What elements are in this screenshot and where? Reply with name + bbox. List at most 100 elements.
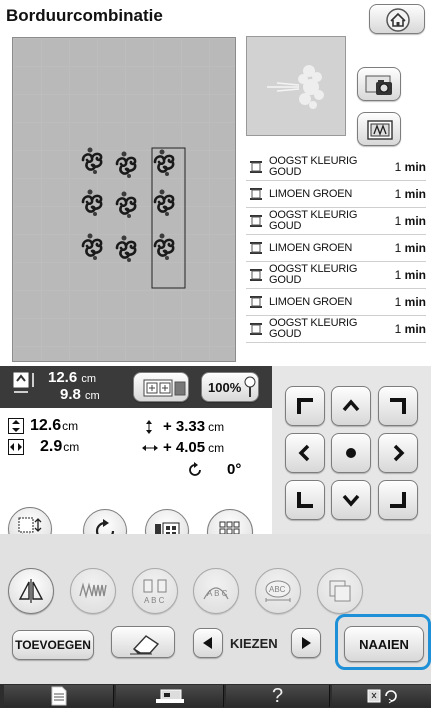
machine-icon <box>155 689 184 703</box>
arc-text-icon: A B C <box>203 587 229 600</box>
offset-vertical-value: + 3.33 <box>163 418 206 435</box>
frame-display-button[interactable] <box>133 372 189 402</box>
settings-icon <box>367 689 397 704</box>
thread-spool-icon <box>250 188 262 200</box>
size-display-bar: 12.6 cm 9.8 cm 100% <box>0 366 272 408</box>
move-panel <box>272 366 431 534</box>
bottom-navigation: ? <box>0 684 431 708</box>
thread-time-value: 1 <box>394 160 402 174</box>
total-height-unit: cm <box>81 373 97 385</box>
arrow-down-left-icon <box>297 492 313 508</box>
border-icon <box>329 580 351 602</box>
sew-button-label: NAAIEN <box>359 636 409 652</box>
select-prev-button[interactable] <box>193 628 223 658</box>
zoom-level: 100% <box>208 379 242 395</box>
thread-time-value: 1 <box>394 214 402 228</box>
zoom-button[interactable]: 100% <box>201 372 259 402</box>
move-up-right-button[interactable] <box>378 386 418 426</box>
border-button[interactable] <box>317 568 363 614</box>
text-spacing-icon: ABC <box>265 580 291 602</box>
thread-spool-icon <box>250 215 262 227</box>
thread-time-unit: min <box>404 268 426 282</box>
thread-row: OOGST KLEURIG GOUD 1 min <box>246 154 426 181</box>
arrow-left-icon <box>298 444 310 462</box>
camera-icon <box>365 75 392 95</box>
thread-color-name: OOGST KLEURIG GOUD <box>269 210 374 232</box>
thread-name-line2: GOUD <box>269 328 302 340</box>
letter-spacing-icon: A B C <box>143 579 167 605</box>
svg-text:A B C: A B C <box>207 589 228 598</box>
embroidery-canvas[interactable] <box>12 37 236 362</box>
thread-time-value: 1 <box>394 268 402 282</box>
pattern-height-unit: cm <box>62 419 79 433</box>
help-button[interactable]: ? <box>226 685 330 707</box>
thread-row: LIMOEN GROEN 1 min <box>246 289 426 316</box>
thread-time-unit: min <box>404 187 426 201</box>
arrow-down-icon <box>342 494 360 507</box>
thread-row: OOGST KLEURIG GOUD 1 min <box>246 208 426 235</box>
total-height-value: 12.6 <box>48 369 78 386</box>
machine-button[interactable] <box>116 685 224 707</box>
thread-time: 1 min <box>374 241 426 255</box>
background-image-button[interactable] <box>357 112 401 146</box>
delete-button[interactable] <box>111 626 175 658</box>
settings-button[interactable] <box>332 685 431 707</box>
move-up-left-button[interactable] <box>285 386 325 426</box>
center-dot-icon <box>346 448 356 458</box>
thread-name-line1: LIMOEN GROEN <box>269 295 353 308</box>
move-left-button[interactable] <box>285 433 325 473</box>
add-button-label: TOEVOEGEN <box>15 638 91 652</box>
thread-name-line1: LIMOEN GROEN <box>269 241 353 254</box>
pattern-width-value: 2.9 <box>40 438 63 455</box>
thread-time-value: 1 <box>394 322 402 336</box>
eraser-icon <box>130 635 160 655</box>
move-down-button[interactable] <box>331 480 371 520</box>
magnifier-icon <box>244 376 256 397</box>
arrow-up-right-icon <box>390 398 406 414</box>
move-down-right-button[interactable] <box>378 480 418 520</box>
thread-spool-icon <box>250 242 262 254</box>
offset-vertical-unit: cm <box>208 419 225 434</box>
pattern-info-panel: 12.6 cm 2.9 cm + 3.33 cm + 4.05 cm 0° <box>0 408 272 498</box>
thread-time-unit: min <box>404 160 426 174</box>
svg-text:A B C: A B C <box>144 596 165 605</box>
home-button[interactable] <box>369 4 425 34</box>
pattern-height-value: 12.6 <box>30 417 62 434</box>
move-down-left-button[interactable] <box>285 480 325 520</box>
thread-spool-icon <box>250 161 262 173</box>
arrow-right-icon <box>393 444 405 462</box>
camera-button[interactable] <box>357 67 401 101</box>
thread-color-name: LIMOEN GROEN <box>269 295 374 308</box>
thread-time-unit: min <box>404 295 426 309</box>
thread-spool-icon <box>250 269 262 281</box>
document-button[interactable] <box>4 685 114 707</box>
horizontal-move-icon <box>142 444 158 451</box>
total-width-value: 9.8 <box>60 386 81 403</box>
thread-time-unit: min <box>404 322 426 336</box>
select-next-button[interactable] <box>291 628 321 658</box>
thread-time: 1 min <box>374 214 426 228</box>
mirror-button[interactable] <box>8 568 54 614</box>
thread-time: 1 min <box>374 268 426 282</box>
total-width-unit: cm <box>85 390 100 402</box>
thread-time: 1 min <box>374 187 426 201</box>
thread-name-line2: GOUD <box>269 166 302 178</box>
embroidery-pattern-layout <box>81 146 186 289</box>
move-right-button[interactable] <box>378 433 418 473</box>
center-button[interactable] <box>331 433 371 473</box>
thread-spool-icon <box>250 323 262 335</box>
arrow-up-icon <box>342 399 360 412</box>
thread-time: 1 min <box>374 160 426 174</box>
text-spacing-button[interactable]: ABC <box>255 568 301 614</box>
thread-time-unit: min <box>404 241 426 255</box>
thread-spool-icon <box>250 296 262 308</box>
add-button[interactable]: TOEVOEGEN <box>12 630 94 660</box>
move-up-button[interactable] <box>331 386 371 426</box>
thread-color-button[interactable]: A B C <box>132 568 178 614</box>
sew-button[interactable]: NAAIEN <box>344 626 424 662</box>
density-button[interactable] <box>70 568 116 614</box>
pattern-preview <box>246 36 346 136</box>
arc-text-button[interactable]: A B C <box>193 568 239 614</box>
thread-name-line2: GOUD <box>269 274 302 286</box>
home-icon <box>386 8 410 32</box>
